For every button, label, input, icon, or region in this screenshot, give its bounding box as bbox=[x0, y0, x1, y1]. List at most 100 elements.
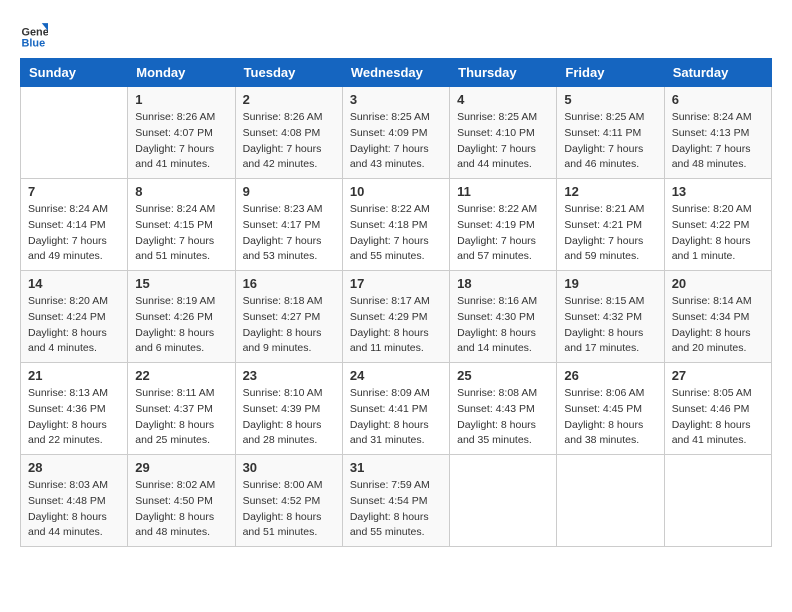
day-number: 8 bbox=[135, 184, 227, 199]
header-wednesday: Wednesday bbox=[342, 59, 449, 87]
day-number: 2 bbox=[243, 92, 335, 107]
day-number: 16 bbox=[243, 276, 335, 291]
calendar-cell: 23 Sunrise: 8:10 AMSunset: 4:39 PMDaylig… bbox=[235, 363, 342, 455]
day-detail: Sunrise: 8:19 AMSunset: 4:26 PMDaylight:… bbox=[135, 294, 227, 357]
day-detail: Sunrise: 7:59 AMSunset: 4:54 PMDaylight:… bbox=[350, 478, 442, 541]
calendar-week-row: 7 Sunrise: 8:24 AMSunset: 4:14 PMDayligh… bbox=[21, 179, 772, 271]
day-number: 20 bbox=[672, 276, 764, 291]
calendar-table: SundayMondayTuesdayWednesdayThursdayFrid… bbox=[20, 58, 772, 547]
day-detail: Sunrise: 8:09 AMSunset: 4:41 PMDaylight:… bbox=[350, 386, 442, 449]
calendar-cell: 8 Sunrise: 8:24 AMSunset: 4:15 PMDayligh… bbox=[128, 179, 235, 271]
calendar-cell: 15 Sunrise: 8:19 AMSunset: 4:26 PMDaylig… bbox=[128, 271, 235, 363]
day-number: 22 bbox=[135, 368, 227, 383]
day-number: 3 bbox=[350, 92, 442, 107]
calendar-cell: 9 Sunrise: 8:23 AMSunset: 4:17 PMDayligh… bbox=[235, 179, 342, 271]
day-number: 12 bbox=[564, 184, 656, 199]
day-number: 10 bbox=[350, 184, 442, 199]
day-number: 7 bbox=[28, 184, 120, 199]
calendar-cell: 29 Sunrise: 8:02 AMSunset: 4:50 PMDaylig… bbox=[128, 455, 235, 547]
day-number: 30 bbox=[243, 460, 335, 475]
day-number: 19 bbox=[564, 276, 656, 291]
calendar-cell bbox=[21, 87, 128, 179]
day-number: 15 bbox=[135, 276, 227, 291]
header-monday: Monday bbox=[128, 59, 235, 87]
day-number: 5 bbox=[564, 92, 656, 107]
calendar-week-row: 21 Sunrise: 8:13 AMSunset: 4:36 PMDaylig… bbox=[21, 363, 772, 455]
calendar-cell: 3 Sunrise: 8:25 AMSunset: 4:09 PMDayligh… bbox=[342, 87, 449, 179]
day-number: 24 bbox=[350, 368, 442, 383]
day-detail: Sunrise: 8:21 AMSunset: 4:21 PMDaylight:… bbox=[564, 202, 656, 265]
day-detail: Sunrise: 8:20 AMSunset: 4:22 PMDaylight:… bbox=[672, 202, 764, 265]
calendar-cell: 25 Sunrise: 8:08 AMSunset: 4:43 PMDaylig… bbox=[450, 363, 557, 455]
calendar-cell bbox=[664, 455, 771, 547]
calendar-cell: 10 Sunrise: 8:22 AMSunset: 4:18 PMDaylig… bbox=[342, 179, 449, 271]
day-detail: Sunrise: 8:17 AMSunset: 4:29 PMDaylight:… bbox=[350, 294, 442, 357]
day-detail: Sunrise: 8:22 AMSunset: 4:18 PMDaylight:… bbox=[350, 202, 442, 265]
day-detail: Sunrise: 8:05 AMSunset: 4:46 PMDaylight:… bbox=[672, 386, 764, 449]
calendar-cell: 24 Sunrise: 8:09 AMSunset: 4:41 PMDaylig… bbox=[342, 363, 449, 455]
day-number: 25 bbox=[457, 368, 549, 383]
day-detail: Sunrise: 8:03 AMSunset: 4:48 PMDaylight:… bbox=[28, 478, 120, 541]
day-number: 14 bbox=[28, 276, 120, 291]
calendar-header-row: SundayMondayTuesdayWednesdayThursdayFrid… bbox=[21, 59, 772, 87]
day-number: 21 bbox=[28, 368, 120, 383]
day-detail: Sunrise: 8:23 AMSunset: 4:17 PMDaylight:… bbox=[243, 202, 335, 265]
day-number: 27 bbox=[672, 368, 764, 383]
day-number: 1 bbox=[135, 92, 227, 107]
day-detail: Sunrise: 8:26 AMSunset: 4:08 PMDaylight:… bbox=[243, 110, 335, 173]
day-detail: Sunrise: 8:25 AMSunset: 4:11 PMDaylight:… bbox=[564, 110, 656, 173]
calendar-cell: 1 Sunrise: 8:26 AMSunset: 4:07 PMDayligh… bbox=[128, 87, 235, 179]
calendar-week-row: 14 Sunrise: 8:20 AMSunset: 4:24 PMDaylig… bbox=[21, 271, 772, 363]
calendar-cell bbox=[450, 455, 557, 547]
logo-icon: General Blue bbox=[20, 20, 48, 48]
day-number: 13 bbox=[672, 184, 764, 199]
calendar-cell: 27 Sunrise: 8:05 AMSunset: 4:46 PMDaylig… bbox=[664, 363, 771, 455]
day-number: 18 bbox=[457, 276, 549, 291]
day-detail: Sunrise: 8:14 AMSunset: 4:34 PMDaylight:… bbox=[672, 294, 764, 357]
calendar-cell bbox=[557, 455, 664, 547]
calendar-cell: 7 Sunrise: 8:24 AMSunset: 4:14 PMDayligh… bbox=[21, 179, 128, 271]
day-detail: Sunrise: 8:24 AMSunset: 4:14 PMDaylight:… bbox=[28, 202, 120, 265]
calendar-cell: 14 Sunrise: 8:20 AMSunset: 4:24 PMDaylig… bbox=[21, 271, 128, 363]
calendar-cell: 13 Sunrise: 8:20 AMSunset: 4:22 PMDaylig… bbox=[664, 179, 771, 271]
day-number: 11 bbox=[457, 184, 549, 199]
day-detail: Sunrise: 8:16 AMSunset: 4:30 PMDaylight:… bbox=[457, 294, 549, 357]
calendar-cell: 30 Sunrise: 8:00 AMSunset: 4:52 PMDaylig… bbox=[235, 455, 342, 547]
day-detail: Sunrise: 8:10 AMSunset: 4:39 PMDaylight:… bbox=[243, 386, 335, 449]
calendar-week-row: 28 Sunrise: 8:03 AMSunset: 4:48 PMDaylig… bbox=[21, 455, 772, 547]
calendar-cell: 19 Sunrise: 8:15 AMSunset: 4:32 PMDaylig… bbox=[557, 271, 664, 363]
svg-text:Blue: Blue bbox=[22, 37, 46, 48]
page-header: General Blue bbox=[20, 20, 772, 48]
day-number: 29 bbox=[135, 460, 227, 475]
day-detail: Sunrise: 8:18 AMSunset: 4:27 PMDaylight:… bbox=[243, 294, 335, 357]
day-detail: Sunrise: 8:24 AMSunset: 4:15 PMDaylight:… bbox=[135, 202, 227, 265]
day-number: 17 bbox=[350, 276, 442, 291]
header-tuesday: Tuesday bbox=[235, 59, 342, 87]
day-number: 4 bbox=[457, 92, 549, 107]
day-number: 26 bbox=[564, 368, 656, 383]
day-number: 6 bbox=[672, 92, 764, 107]
day-detail: Sunrise: 8:24 AMSunset: 4:13 PMDaylight:… bbox=[672, 110, 764, 173]
day-number: 31 bbox=[350, 460, 442, 475]
calendar-cell: 6 Sunrise: 8:24 AMSunset: 4:13 PMDayligh… bbox=[664, 87, 771, 179]
day-detail: Sunrise: 8:06 AMSunset: 4:45 PMDaylight:… bbox=[564, 386, 656, 449]
calendar-cell: 4 Sunrise: 8:25 AMSunset: 4:10 PMDayligh… bbox=[450, 87, 557, 179]
calendar-cell: 5 Sunrise: 8:25 AMSunset: 4:11 PMDayligh… bbox=[557, 87, 664, 179]
calendar-cell: 11 Sunrise: 8:22 AMSunset: 4:19 PMDaylig… bbox=[450, 179, 557, 271]
day-detail: Sunrise: 8:02 AMSunset: 4:50 PMDaylight:… bbox=[135, 478, 227, 541]
day-detail: Sunrise: 8:15 AMSunset: 4:32 PMDaylight:… bbox=[564, 294, 656, 357]
calendar-cell: 17 Sunrise: 8:17 AMSunset: 4:29 PMDaylig… bbox=[342, 271, 449, 363]
calendar-cell: 2 Sunrise: 8:26 AMSunset: 4:08 PMDayligh… bbox=[235, 87, 342, 179]
calendar-cell: 18 Sunrise: 8:16 AMSunset: 4:30 PMDaylig… bbox=[450, 271, 557, 363]
day-detail: Sunrise: 8:26 AMSunset: 4:07 PMDaylight:… bbox=[135, 110, 227, 173]
calendar-week-row: 1 Sunrise: 8:26 AMSunset: 4:07 PMDayligh… bbox=[21, 87, 772, 179]
header-sunday: Sunday bbox=[21, 59, 128, 87]
day-number: 28 bbox=[28, 460, 120, 475]
header-thursday: Thursday bbox=[450, 59, 557, 87]
day-number: 23 bbox=[243, 368, 335, 383]
calendar-cell: 21 Sunrise: 8:13 AMSunset: 4:36 PMDaylig… bbox=[21, 363, 128, 455]
header-saturday: Saturday bbox=[664, 59, 771, 87]
calendar-cell: 12 Sunrise: 8:21 AMSunset: 4:21 PMDaylig… bbox=[557, 179, 664, 271]
calendar-cell: 26 Sunrise: 8:06 AMSunset: 4:45 PMDaylig… bbox=[557, 363, 664, 455]
day-detail: Sunrise: 8:13 AMSunset: 4:36 PMDaylight:… bbox=[28, 386, 120, 449]
